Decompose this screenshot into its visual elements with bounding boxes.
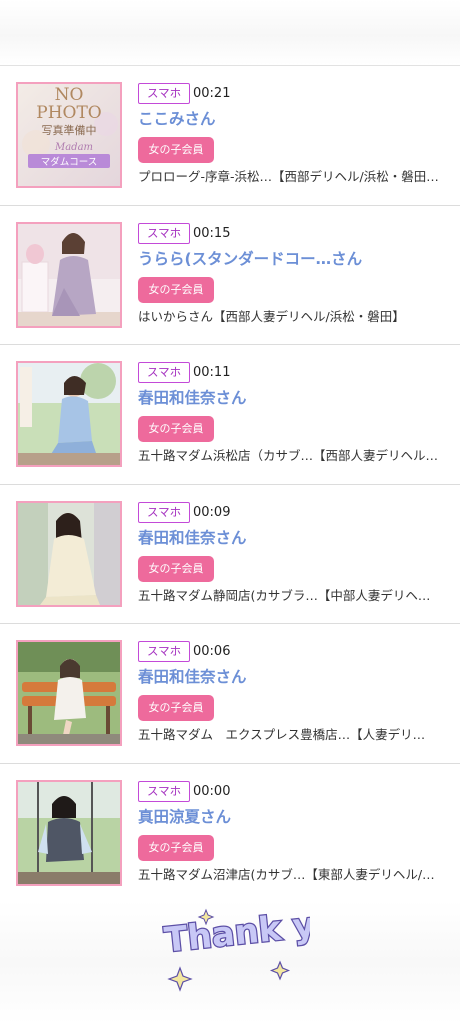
svg-text:写真準備中: 写真準備中 xyxy=(42,123,97,137)
feed-item[interactable]: スマホ 00:09 春田和佳奈さん 女の子会員 五十路マダム静岡店(カサブラ…【… xyxy=(0,485,460,624)
member-badge: 女の子会員 xyxy=(138,555,214,582)
elapsed-time: 00:11 xyxy=(193,365,231,380)
feed-item[interactable]: スマホ 00:06 春田和佳奈さん 女の子会員 五十路マダム エクスプレス豊橋店… xyxy=(0,624,460,764)
header-fade-area xyxy=(0,0,460,66)
profile-photo xyxy=(18,223,120,326)
profile-photo xyxy=(18,642,120,744)
member-name-link[interactable]: 春田和佳奈さん xyxy=(138,527,247,549)
member-name-link[interactable]: 春田和佳奈さん xyxy=(138,666,247,688)
thank-you-graphic: Thank you xyxy=(161,902,310,992)
shop-name-link[interactable]: 五十路マダム沼津店(カサブ…【東部人妻デリヘル/… xyxy=(138,865,448,885)
profile-photo xyxy=(18,502,120,605)
feed-item[interactable]: スマホ 00:11 春田和佳奈さん 女の子会員 五十路マダム浜松店（カサブ…【西… xyxy=(0,345,460,485)
device-badge: スマホ xyxy=(138,501,191,523)
feed-item[interactable]: スマホ 00:15 うらら(スタンダードコー…さん 女の子会員 はいからさん【西… xyxy=(0,206,460,345)
member-badge: 女の子会員 xyxy=(138,276,214,303)
device-badge: スマホ xyxy=(138,641,191,662)
member-badge: 女の子会員 xyxy=(138,137,214,163)
member-badge: 女の子会員 xyxy=(138,834,214,861)
device-badge: スマホ xyxy=(138,83,191,104)
member-name-link[interactable]: 真田涼夏さん xyxy=(138,806,231,828)
elapsed-time: 00:09 xyxy=(193,504,231,520)
shop-name-link[interactable]: 五十路マダム エクスプレス豊橋店…【人妻デリ… xyxy=(138,725,448,745)
profile-photo xyxy=(18,781,120,884)
profile-thumbnail[interactable] xyxy=(16,779,122,886)
device-badge: スマホ xyxy=(138,222,191,244)
shop-name-link[interactable]: 五十路マダム静岡店(カサブラ…【中部人妻デリヘ… xyxy=(138,586,448,606)
thank-you-text: Thank you xyxy=(163,902,310,961)
shop-name-link[interactable]: プロローグ-序章-浜松…【西部デリヘル/浜松・磐田… xyxy=(138,167,448,187)
member-name-link[interactable]: うらら(スタンダードコー…さん xyxy=(138,248,362,270)
svg-text:NO: NO xyxy=(55,85,84,105)
device-badge: スマホ xyxy=(138,362,191,383)
sparkle-icon xyxy=(167,966,193,992)
svg-text:マダムコース: マダムコース xyxy=(41,156,98,168)
access-feed-list: NO PHOTO 写真準備中 Madam マダムコース スマホ 00:21 ここ… xyxy=(0,66,460,903)
profile-thumbnail[interactable] xyxy=(16,500,122,607)
elapsed-time: 00:21 xyxy=(193,86,231,101)
profile-thumbnail[interactable] xyxy=(16,221,122,328)
member-name-link[interactable]: ここみさん xyxy=(138,108,216,130)
device-badge: スマホ xyxy=(138,780,191,802)
member-badge: 女の子会員 xyxy=(138,695,214,721)
no-photo-image: NO PHOTO 写真準備中 Madam マダムコース xyxy=(18,84,120,186)
sparkle-icon xyxy=(269,960,291,981)
no-photo-thumbnail[interactable]: NO PHOTO 写真準備中 Madam マダムコース xyxy=(16,82,122,188)
member-badge: 女の子会員 xyxy=(138,416,214,442)
shop-name-link[interactable]: はいからさん【西部人妻デリヘル/浜松・磐田】 xyxy=(138,307,448,327)
svg-text:Madam: Madam xyxy=(54,142,93,153)
profile-photo xyxy=(18,363,120,465)
feed-item[interactable]: スマホ 00:00 真田涼夏さん 女の子会員 五十路マダム沼津店(カサブ…【東部… xyxy=(0,764,460,903)
profile-thumbnail[interactable] xyxy=(16,361,122,467)
svg-text:PHOTO: PHOTO xyxy=(36,103,101,123)
feed-item[interactable]: NO PHOTO 写真準備中 Madam マダムコース スマホ 00:21 ここ… xyxy=(0,66,460,206)
profile-thumbnail[interactable] xyxy=(16,640,122,746)
elapsed-time: 00:06 xyxy=(193,644,231,659)
member-name-link[interactable]: 春田和佳奈さん xyxy=(138,387,247,409)
elapsed-time: 00:15 xyxy=(193,225,231,241)
elapsed-time: 00:00 xyxy=(193,783,231,799)
shop-name-link[interactable]: 五十路マダム浜松店（カサブ…【西部人妻デリヘル… xyxy=(138,446,448,466)
